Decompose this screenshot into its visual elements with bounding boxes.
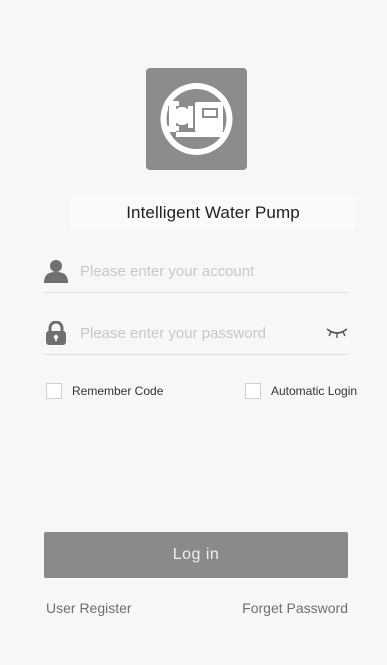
password-input[interactable]: [80, 320, 310, 346]
automatic-login-label: Automatic Login: [271, 384, 358, 398]
lock-icon: [44, 320, 70, 345]
app-logo: [146, 68, 247, 170]
login-screen: Intelligent Water Pump Please enter your…: [0, 0, 387, 665]
title-bar: Intelligent Water Pump: [71, 196, 355, 230]
login-button[interactable]: Log in: [44, 532, 348, 578]
automatic-login-checkbox[interactable]: [245, 383, 261, 399]
eye-closed-icon[interactable]: [326, 326, 348, 340]
forget-password-link[interactable]: Forget Password: [242, 600, 348, 616]
app-title: Intelligent Water Pump: [126, 203, 300, 222]
remember-code-label: Remember Code: [72, 384, 164, 398]
account-input[interactable]: [80, 258, 310, 284]
user-register-link[interactable]: User Register: [46, 600, 132, 616]
automatic-login-option[interactable]: Automatic Login: [245, 381, 357, 401]
user-icon: [44, 259, 70, 283]
water-pump-icon: [160, 83, 233, 155]
password-field[interactable]: [44, 312, 348, 355]
remember-code-option[interactable]: Remember Code: [46, 381, 163, 401]
account-field[interactable]: [44, 250, 348, 293]
remember-code-checkbox[interactable]: [46, 383, 62, 399]
